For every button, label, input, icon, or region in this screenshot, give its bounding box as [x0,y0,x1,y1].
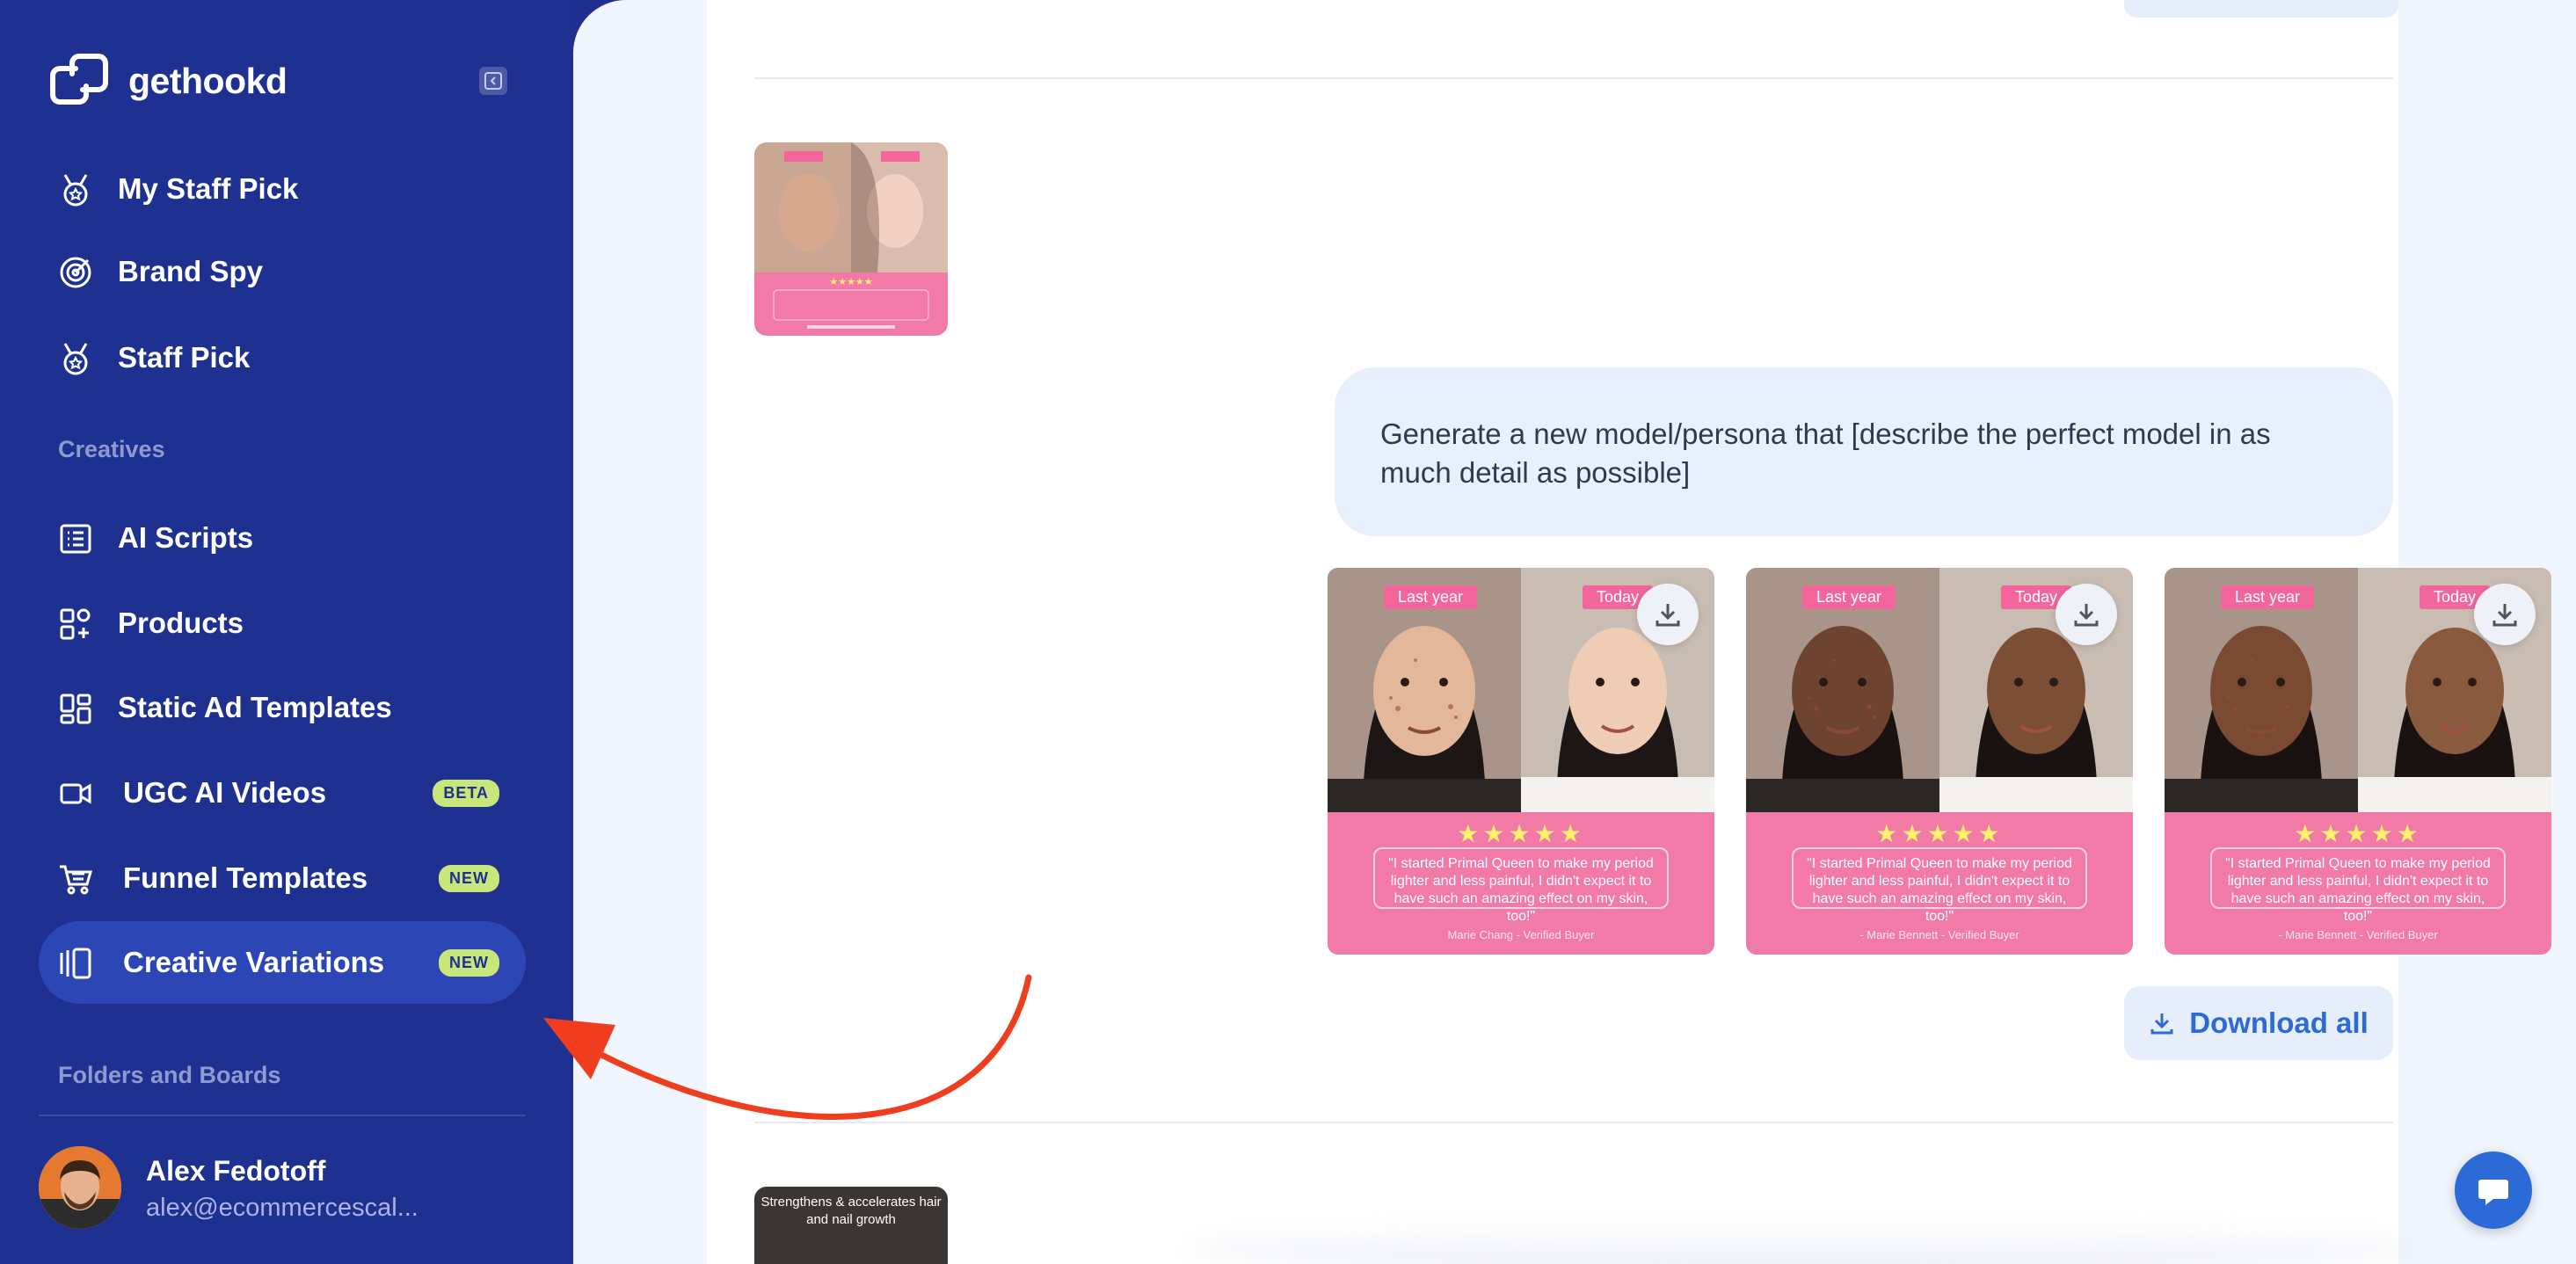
nav-ai-scripts[interactable]: AI Scripts [39,497,526,579]
nav-products[interactable]: Products [39,582,526,665]
nav-label: Brand Spy [118,255,264,287]
testimonial-quote: "I started Primal Queen to make my perio… [1792,847,2087,924]
collapse-sidebar-button[interactable] [479,67,507,95]
message-divider [754,77,2393,79]
avatar [39,1146,121,1229]
user-email: alex@ecommercescal... [146,1194,418,1222]
nav-staff-pick[interactable]: Staff Pick [39,316,526,399]
section-creatives: Creatives [58,436,165,462]
support-chat-button[interactable] [2455,1151,2532,1229]
user-prompt-bubble: Generate a new model/persona that [descr… [1335,367,2393,536]
new-badge: NEW [439,948,499,977]
download-icon [2150,1013,2173,1035]
nav-label: UGC AI Videos [123,776,327,809]
buyer-name: - Marie Bennett - Verified Buyer [1859,928,2019,941]
download-image-button[interactable] [1637,584,1699,645]
nav-label: AI Scripts [118,521,254,554]
nav-label: Funnel Templates [123,861,368,894]
variations-icon [58,946,93,981]
before-after-photo: Last year Today [1328,568,1714,812]
list-icon [58,521,93,556]
download-all-button[interactable]: Download all [2124,986,2393,1060]
collapse-icon [484,72,502,90]
nav-static-ad-templates[interactable]: Static Ad Templates [39,666,526,749]
testimonial-quote: "I started Primal Queen to make my perio… [2210,847,2506,924]
nav-brand-spy[interactable]: Brand Spy [39,230,526,313]
nav-my-staff-pick[interactable]: My Staff Pick [39,148,526,230]
nav-label: Products [118,607,244,639]
target-icon [58,255,93,290]
buyer-name: - Marie Bennett - Verified Buyer [2278,928,2438,941]
nav-label: Staff Pick [118,341,251,374]
brand-logo[interactable]: gethookd [49,51,287,112]
main-content: ★★★★★ Generate a new model/persona that … [573,0,2576,1264]
nav-funnel-templates[interactable]: Funnel Templates NEW [39,837,526,919]
user-name: Alex Fedotoff [146,1155,326,1187]
brand-name: gethookd [128,61,287,101]
generated-ad-card[interactable]: Last year Today ★★★★★ "I started Primal … [1328,568,1714,955]
message-divider [754,1122,2393,1123]
generated-ad-card[interactable]: Last year Today ★★★★★ "I started Primal … [2165,568,2551,955]
section-folders: Folders and Boards [58,1062,281,1088]
previous-action-button[interactable] [2124,0,2398,18]
nav-label: Static Ad Templates [118,691,392,723]
new-badge: NEW [439,864,499,892]
download-image-button[interactable] [2056,584,2117,645]
svg-text:★★★★★: ★★★★★ [829,277,872,287]
nav-ugc-ai-videos[interactable]: UGC AI Videos BETA [39,752,526,834]
beta-badge: BETA [433,779,499,807]
sidebar: gethookd My Staff Pick Brand Spy Staff P… [0,0,573,1264]
star-rating: ★★★★★ [2294,820,2422,847]
template-icon [58,691,93,726]
next-thumb-caption: Strengthens & accelerates hair and nail … [760,1195,942,1227]
nav-creative-variations[interactable]: Creative Variations NEW [39,921,526,1004]
medal-icon [58,172,93,207]
cart-icon [58,861,93,897]
buyer-name: Marie Chang - Verified Buyer [1447,928,1595,941]
video-icon [58,776,93,811]
products-icon [58,607,93,642]
medal-icon [58,341,93,376]
sidebar-divider [39,1115,526,1116]
download-icon [2074,604,2099,627]
user-profile[interactable]: Alex Fedotoff alex@ecommercescal... [39,1146,418,1229]
testimonial-quote: "I started Primal Queen to make my perio… [1373,847,1669,924]
nav-label: Creative Variations [123,946,385,978]
download-image-button[interactable] [2474,584,2536,645]
download-icon [2492,604,2517,627]
download-icon [1655,604,1680,627]
before-after-photo: Last year Today [1746,568,2133,812]
chat-bubble-icon [2478,1180,2508,1205]
before-after-photo: Last year Today [2165,568,2551,812]
nav-label: My Staff Pick [118,172,299,205]
star-rating: ★★★★★ [1457,820,1585,847]
reference-image[interactable]: ★★★★★ [754,142,948,336]
star-rating: ★★★★★ [1875,820,2004,847]
link-logo-icon [49,51,109,112]
generated-ad-card[interactable]: Last year Today ★★★★★ "I started Primal … [1746,568,2133,955]
next-reference-image[interactable]: Strengthens & accelerates hair and nail … [754,1187,948,1264]
download-all-label: Download all [2189,1006,2369,1039]
